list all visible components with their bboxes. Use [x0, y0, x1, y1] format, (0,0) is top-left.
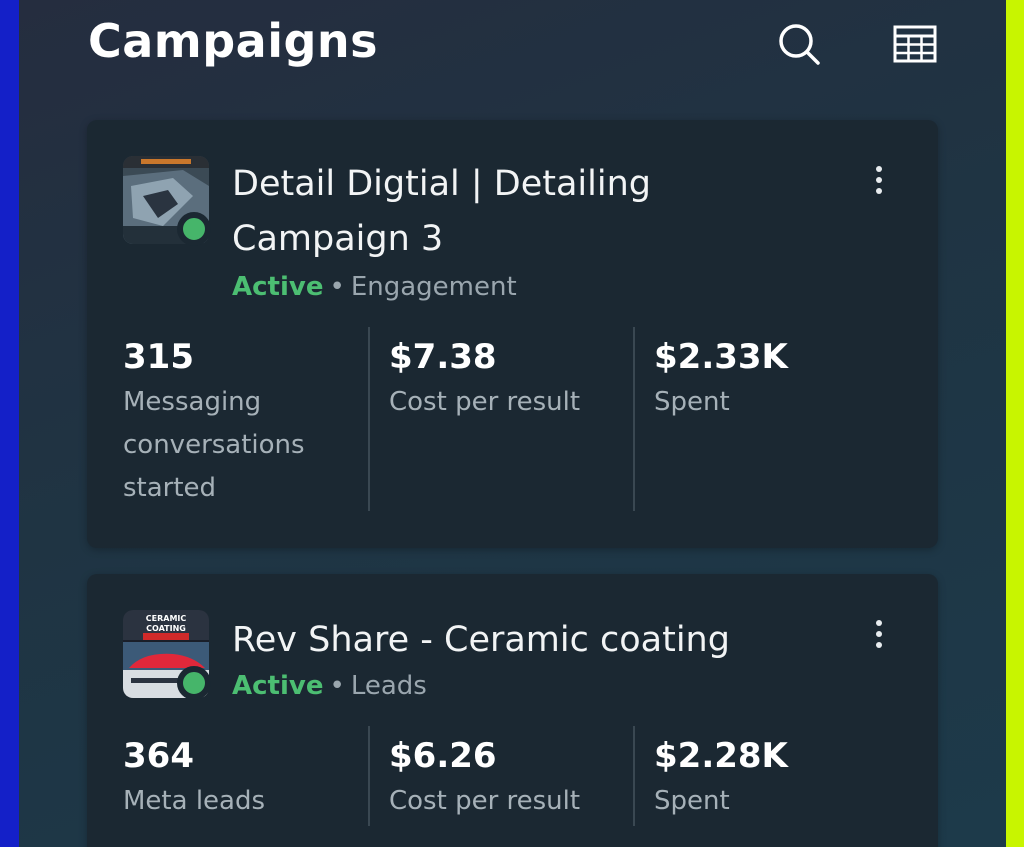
kebab-dot	[876, 177, 882, 183]
more-options-button[interactable]	[867, 160, 891, 200]
active-status-dot	[177, 212, 211, 246]
active-status-dot	[177, 666, 211, 700]
campaign-card[interactable]: CERAMIC COATING Rev Share - Ceramic coat…	[87, 574, 938, 847]
kebab-dot	[876, 631, 882, 637]
more-options-button[interactable]	[867, 614, 891, 654]
table-view-button[interactable]	[891, 20, 939, 68]
metric-value: $7.38	[389, 337, 497, 377]
right-edge-bar	[1006, 0, 1024, 847]
campaign-card[interactable]: Detail Digtial | Detailing Campaign 3 Ac…	[87, 120, 938, 548]
metric-value: 315	[123, 337, 194, 377]
campaign-thumbnail: CERAMIC COATING	[123, 610, 211, 700]
separator-dot: •	[329, 272, 345, 302]
campaign-title[interactable]: Detail Digtial | Detailing Campaign 3	[232, 157, 792, 267]
left-edge-bar	[0, 0, 19, 847]
status-label: Active	[232, 671, 324, 701]
separator-dot: •	[329, 671, 345, 701]
kebab-dot	[876, 188, 882, 194]
metric-divider	[633, 327, 635, 511]
kebab-dot	[876, 166, 882, 172]
metric-label: Cost per result	[389, 387, 581, 417]
metric-results: 364 Meta leads	[123, 734, 343, 823]
metric-cost-per-result: $7.38 Cost per result	[389, 335, 639, 424]
campaign-title[interactable]: Rev Share - Ceramic coating	[232, 613, 792, 668]
metric-cost-per-result: $6.26 Cost per result	[389, 734, 639, 823]
search-button[interactable]	[775, 20, 823, 68]
campaign-status-line: Active • Engagement	[232, 272, 517, 302]
metric-spent: $2.28K Spent	[654, 734, 904, 823]
metric-divider	[633, 726, 635, 826]
metric-label: Spent	[654, 387, 730, 417]
metric-divider	[368, 327, 370, 511]
campaigns-screen: Campaigns Detail Digtial | Detailing Cam…	[19, 0, 1006, 847]
metric-results: 315 Messaging conversations started	[123, 335, 343, 510]
thumb-text-ceramic: CERAMIC	[146, 614, 187, 623]
table-icon	[893, 25, 937, 63]
campaign-status-line: Active • Leads	[232, 671, 427, 701]
search-icon	[779, 24, 820, 65]
thumb-text-coating: COATING	[146, 624, 186, 633]
objective-label: Engagement	[350, 272, 517, 302]
metric-value: $2.28K	[654, 736, 788, 776]
kebab-dot	[876, 642, 882, 648]
metric-spent: $2.33K Spent	[654, 335, 904, 424]
kebab-dot	[876, 620, 882, 626]
campaign-thumbnail	[123, 156, 211, 246]
objective-label: Leads	[350, 671, 427, 701]
page-title: Campaigns	[88, 14, 379, 68]
metric-label: Messaging conversations started	[123, 387, 305, 503]
metric-label: Spent	[654, 786, 730, 816]
status-label: Active	[232, 272, 324, 302]
metric-value: 364	[123, 736, 194, 776]
metric-label: Meta leads	[123, 786, 266, 816]
metric-value: $2.33K	[654, 337, 788, 377]
metric-value: $6.26	[389, 736, 497, 776]
metric-label: Cost per result	[389, 786, 581, 816]
metric-divider	[368, 726, 370, 826]
